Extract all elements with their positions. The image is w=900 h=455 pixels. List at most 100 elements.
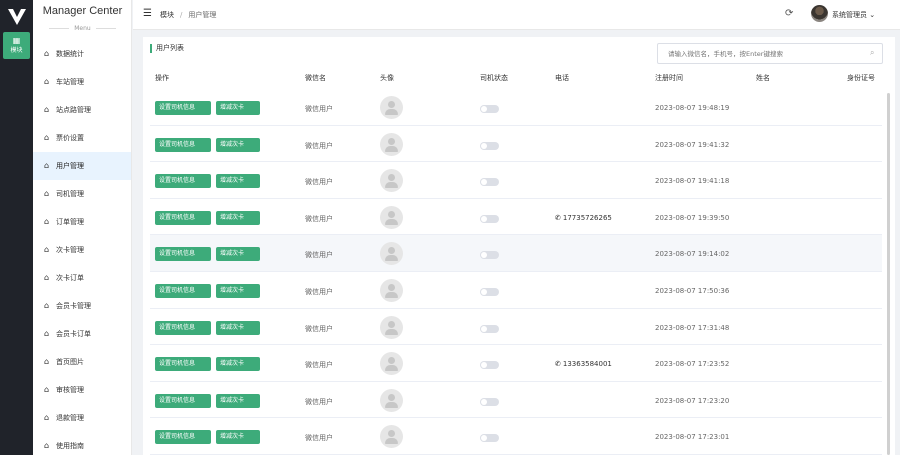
sidebar-item-label: 车站管理 [56, 78, 84, 86]
registered-time-cell: 2023-08-07 17:23:01 [655, 433, 730, 442]
driver-status-toggle[interactable] [480, 361, 499, 370]
driver-status-toggle[interactable] [480, 324, 499, 333]
registered-time-cell: 2023-08-07 19:39:50 [655, 213, 730, 222]
table-row: 设置司机信息 增减次卡 微信用户 2023-08-07 19:41:32 [150, 126, 882, 163]
driver-status-toggle[interactable] [480, 287, 499, 296]
registered-time-cell: 2023-08-07 19:48:19 [655, 104, 730, 112]
avatar-placeholder [380, 242, 403, 266]
user-menu[interactable]: 系统管理员 ⌄ [832, 10, 875, 20]
nickname-cell: 微信用户 [305, 141, 333, 150]
home-icon: ⌂ [44, 329, 50, 338]
avatar-placeholder [380, 205, 403, 229]
sidebar-item[interactable]: ⌂ 数据统计 [33, 40, 131, 68]
set-driver-info-button[interactable]: 设置司机信息 [155, 393, 211, 408]
home-icon: ⌂ [44, 161, 50, 170]
search-icon[interactable]: ⌕ [870, 48, 874, 58]
adjust-pass-button[interactable]: 增减次卡 [216, 137, 260, 152]
set-driver-info-button[interactable]: 设置司机信息 [155, 247, 211, 262]
brand-title: Manager Center [42, 5, 123, 17]
set-driver-info-button[interactable]: 设置司机信息 [155, 101, 211, 115]
nickname-cell: 微信用户 [305, 251, 333, 260]
sidebar-item-label: 首页图片 [56, 358, 84, 366]
chevron-down-icon: ⌄ [869, 11, 876, 19]
registered-time-cell: 2023-08-07 17:23:20 [655, 396, 730, 405]
home-icon: ⌂ [44, 273, 50, 282]
driver-status-toggle[interactable] [480, 105, 499, 113]
sidebar-item-label: 审核管理 [56, 386, 84, 394]
user-avatar[interactable] [811, 5, 828, 22]
sidebar-item[interactable]: ⌂ 会员卡管理 [33, 292, 131, 320]
sidebar-item[interactable]: ⌂ 会员卡订单 [33, 320, 131, 348]
home-icon: ⌂ [44, 245, 50, 254]
nickname-cell: 微信用户 [305, 324, 333, 333]
set-driver-info-button[interactable]: 设置司机信息 [155, 283, 211, 298]
sidebar-item[interactable]: ⌂ 首页图片 [33, 348, 131, 376]
user-name: 系统管理员 [832, 11, 867, 19]
sidebar-item[interactable]: ⌂ 退款管理 [33, 404, 131, 432]
set-driver-info-button[interactable]: 设置司机信息 [155, 320, 211, 335]
adjust-pass-button[interactable]: 增减次卡 [216, 101, 260, 115]
module-label: 模块 [10, 47, 23, 54]
module-button[interactable]: ▦ 模块 [3, 32, 30, 59]
home-icon: ⌂ [44, 217, 50, 226]
phone-icon: ✆ [555, 360, 561, 369]
nickname-cell: 微信用户 [305, 287, 333, 296]
set-driver-info-button[interactable]: 设置司机信息 [155, 210, 211, 225]
search-input[interactable] [657, 43, 883, 64]
driver-status-toggle[interactable] [480, 214, 499, 223]
driver-status-toggle[interactable] [480, 434, 499, 443]
table-row: 设置司机信息 增减次卡 微信用户 2023-08-07 17:23:01 [150, 418, 882, 455]
registered-time-cell: 2023-08-07 19:14:02 [655, 250, 730, 259]
breadcrumb-item[interactable]: 模块 [160, 11, 174, 19]
set-driver-info-button[interactable]: 设置司机信息 [155, 137, 211, 152]
set-driver-info-button[interactable]: 设置司机信息 [155, 430, 211, 445]
sidebar-menu: ⌂ 数据统计 ⌂ 车站管理 ⌂ 站点路管理 ⌂ 票价设置 ⌂ 用户管理 ⌂ 司机管理 ⌂ 订单管理 ⌂ 次卡管… [33, 40, 131, 455]
table-row: 设置司机信息 增减次卡 微信用户 ✆ 13363584001 2023-08-07 17:… [150, 345, 882, 382]
adjust-pass-button[interactable]: 增减次卡 [216, 320, 260, 335]
nickname-cell: 微信用户 [305, 361, 333, 370]
nickname-cell: 微信用户 [305, 434, 333, 443]
sidebar-item[interactable]: ⌂ 审核管理 [33, 376, 131, 404]
sidebar-item[interactable]: ⌂ 次卡管理 [33, 236, 131, 264]
avatar-placeholder [380, 278, 403, 302]
table-header: 操作 微信名 头像 司机状态 电话 注册时间 姓名 身份证号 [150, 73, 882, 87]
adjust-pass-button[interactable]: 增减次卡 [216, 357, 260, 372]
table-row: 设置司机信息 增减次卡 微信用户 2023-08-07 19:41:18 [150, 162, 882, 199]
scrollbar[interactable] [887, 93, 890, 455]
sidebar-item[interactable]: ⌂ 司机管理 [33, 180, 131, 208]
sidebar-item[interactable]: ⌂ 订单管理 [33, 208, 131, 236]
refresh-icon[interactable]: ⟳ [785, 8, 793, 20]
driver-status-toggle[interactable] [480, 251, 499, 260]
sidebar-item[interactable]: ⌂ 次卡订单 [33, 264, 131, 292]
adjust-pass-button[interactable]: 增减次卡 [216, 430, 260, 445]
adjust-pass-button[interactable]: 增减次卡 [216, 247, 260, 262]
sidebar-item-label: 会员卡管理 [56, 302, 91, 310]
adjust-pass-button[interactable]: 增减次卡 [216, 393, 260, 408]
adjust-pass-button[interactable]: 增减次卡 [216, 283, 260, 298]
nickname-cell: 微信用户 [305, 397, 333, 406]
home-icon: ⌂ [44, 77, 50, 86]
column-header: 电话 [555, 74, 569, 82]
menu-icon[interactable]: ☰ [143, 8, 152, 20]
sidebar-item[interactable]: ⌂ 车站管理 [33, 68, 131, 96]
phone-number: 17735726265 [562, 213, 612, 222]
driver-status-toggle[interactable] [480, 397, 499, 406]
top-bar: ☰ 模块 / 用户管理 ⟳ 系统管理员 ⌄ [133, 0, 900, 30]
sidebar-item[interactable]: ⌂ 用户管理 [33, 152, 131, 180]
sidebar-item[interactable]: ⌂ 票价设置 [33, 124, 131, 152]
sidebar-item-label: 司机管理 [56, 190, 84, 198]
sidebar-item-label: 数据统计 [56, 50, 84, 58]
set-driver-info-button[interactable]: 设置司机信息 [155, 174, 211, 189]
sidebar: Manager Center Menu ⌂ 数据统计 ⌂ 车站管理 ⌂ 站点路管理 ⌂ 票价设… [33, 0, 132, 455]
app-logo-icon [8, 9, 26, 25]
sidebar-item[interactable]: ⌂ 使用指南 [33, 432, 131, 455]
sidebar-item-label: 站点路管理 [56, 106, 91, 114]
set-driver-info-button[interactable]: 设置司机信息 [155, 357, 211, 372]
breadcrumb-separator: / [180, 11, 183, 19]
sidebar-item[interactable]: ⌂ 站点路管理 [33, 96, 131, 124]
adjust-pass-button[interactable]: 增减次卡 [216, 210, 260, 225]
grid-icon: ▦ [12, 36, 21, 45]
driver-status-toggle[interactable] [480, 178, 499, 187]
adjust-pass-button[interactable]: 增减次卡 [216, 174, 260, 189]
driver-status-toggle[interactable] [480, 141, 499, 150]
